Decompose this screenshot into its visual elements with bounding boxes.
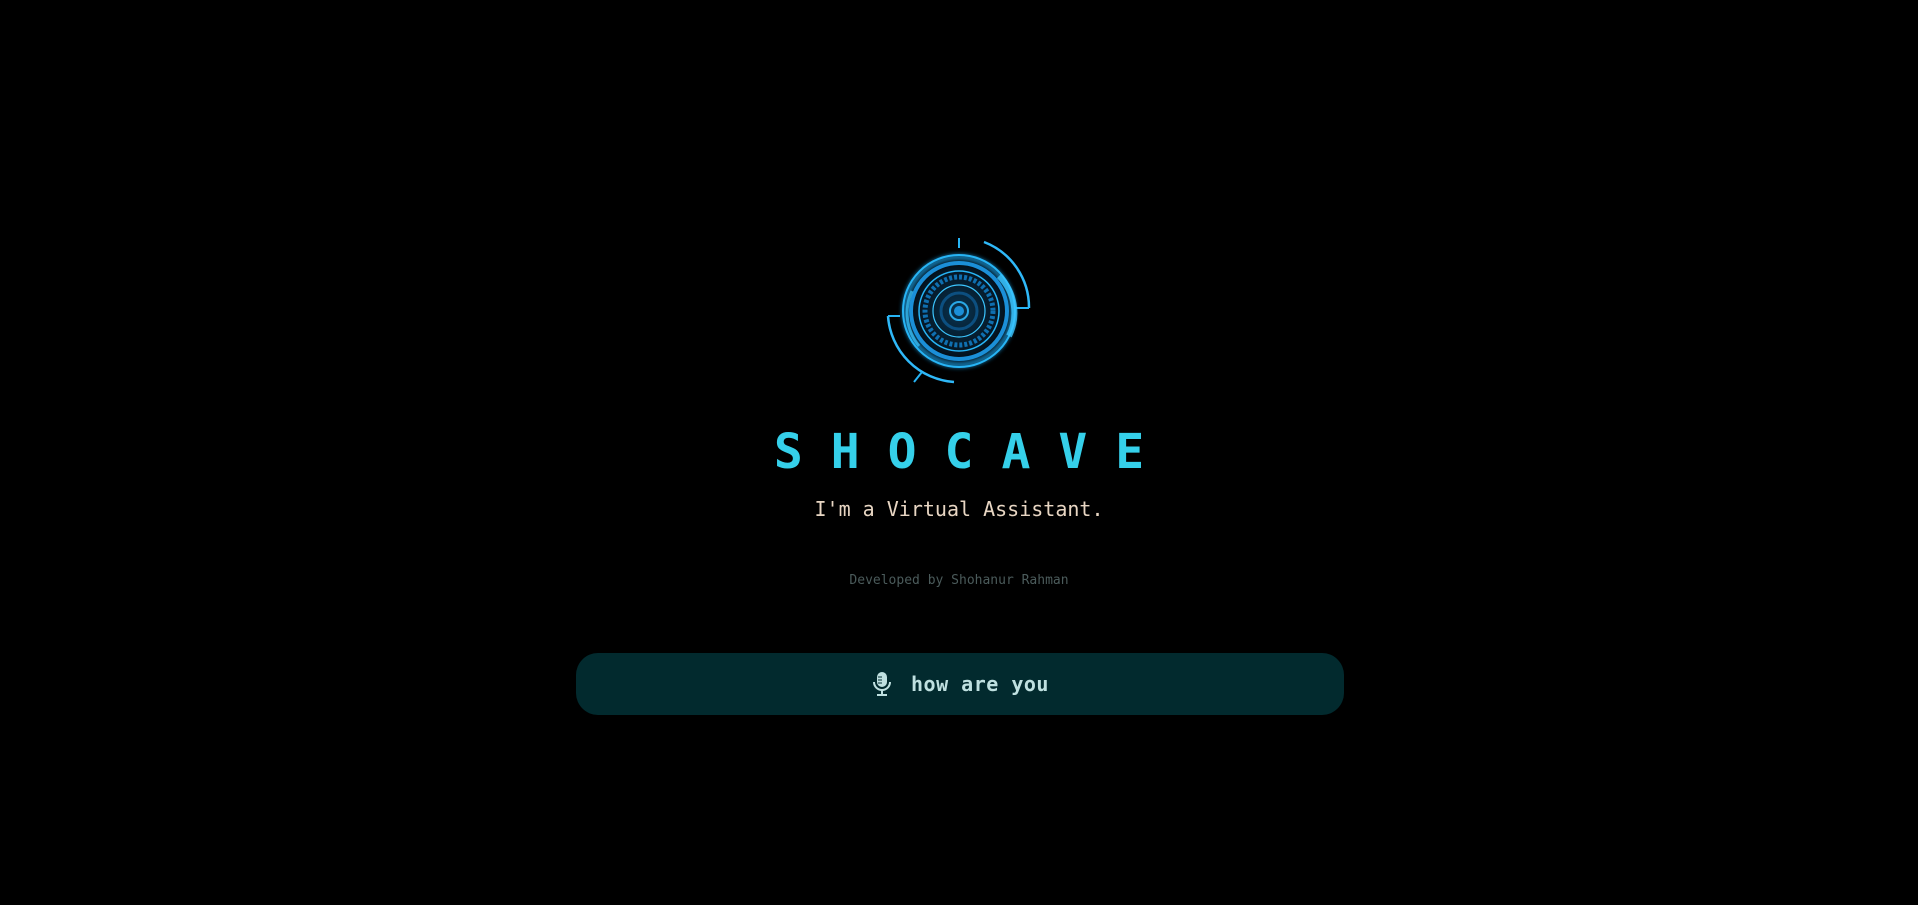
voice-input-text: how are you (911, 672, 1049, 696)
app-title: SHOCAVE (773, 424, 1173, 480)
app-subtitle: I'm a Virtual Assistant. (814, 497, 1104, 521)
hud-eye-logo (884, 236, 1034, 388)
page: SHOCAVE I'm a Virtual Assistant. Develop… (0, 0, 1918, 905)
microphone-icon[interactable] (871, 671, 893, 697)
voice-input-bar[interactable]: how are you (576, 653, 1344, 715)
developer-credit: Developed by Shohanur Rahman (849, 573, 1069, 588)
